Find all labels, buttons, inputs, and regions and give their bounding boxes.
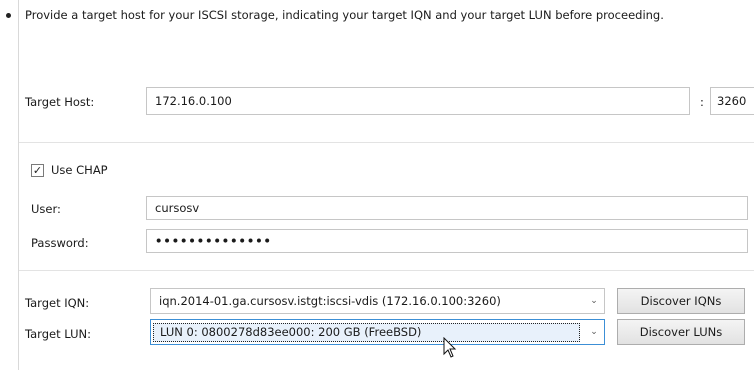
target-lun-value: LUN 0: 0800278d83ee000: 200 GB (FreeBSD): [153, 322, 580, 342]
target-port-value: 3260: [717, 94, 747, 108]
user-input[interactable]: cursosv: [146, 196, 748, 220]
separator: [19, 142, 754, 143]
target-lun-select[interactable]: LUN 0: 0800278d83ee000: 200 GB (FreeBSD)…: [150, 319, 605, 345]
target-iqn-value: iqn.2014-01.ga.cursosv.istgt:iscsi-vdis …: [159, 294, 501, 308]
discover-luns-label: Discover LUNs: [639, 325, 723, 339]
discover-iqns-button[interactable]: Discover IQNs: [617, 288, 745, 314]
target-host-input[interactable]: 172.16.0.100: [146, 87, 690, 115]
password-label: Password:: [31, 236, 89, 250]
use-chap-label: Use CHAP: [51, 163, 108, 177]
target-iqn-label: Target IQN:: [25, 296, 90, 310]
use-chap-checkbox[interactable]: ✓: [31, 164, 44, 177]
target-iqn-select[interactable]: iqn.2014-01.ga.cursosv.istgt:iscsi-vdis …: [150, 288, 605, 314]
target-port-input[interactable]: 3260: [710, 87, 754, 115]
mouse-pointer-icon: [443, 337, 457, 358]
password-input[interactable]: ••••••••••••••: [146, 229, 748, 253]
separator: [19, 270, 754, 271]
intro-text: Provide a target host for your ISCSI sto…: [25, 8, 664, 22]
target-host-label: Target Host:: [25, 95, 95, 109]
discover-iqns-label: Discover IQNs: [640, 294, 722, 308]
chevron-down-icon: ⌄: [590, 327, 598, 337]
user-value: cursosv: [155, 201, 200, 215]
target-lun-label: Target LUN:: [25, 327, 91, 341]
checkmark-icon: ✓: [32, 164, 43, 177]
user-label: User:: [31, 202, 61, 216]
password-value: ••••••••••••••: [155, 234, 272, 248]
chevron-down-icon: ⌄: [590, 296, 598, 306]
target-host-value: 172.16.0.100: [155, 94, 232, 108]
list-bullet: [6, 13, 11, 18]
discover-luns-button[interactable]: Discover LUNs: [617, 319, 745, 345]
iscsi-storage-panel: Provide a target host for your ISCSI sto…: [18, 0, 754, 370]
port-separator: :: [700, 95, 704, 109]
